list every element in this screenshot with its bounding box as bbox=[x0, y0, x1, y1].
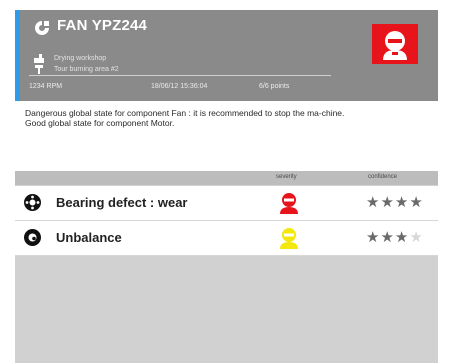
confidence-stars: ★★★★ bbox=[366, 229, 424, 246]
severity-person-icon bbox=[280, 228, 298, 249]
accent-bar bbox=[15, 10, 20, 101]
timestamp: 18/06/12 15:36:04 bbox=[151, 83, 208, 90]
table-header: severity confidence bbox=[15, 171, 438, 185]
confidence-stars: ★★★★ bbox=[366, 194, 424, 211]
header-divider bbox=[29, 75, 331, 76]
points-count: 6/6 points bbox=[259, 83, 290, 90]
table-row[interactable]: Unbalance ★★★★ bbox=[15, 221, 438, 256]
rpm-value: 1234 RPM bbox=[29, 83, 63, 90]
diagnosis-message: Dangerous global state for component Fan… bbox=[15, 101, 438, 171]
severity-column-header: severity bbox=[276, 174, 297, 180]
alarm-person-icon bbox=[383, 31, 407, 60]
pin-icon bbox=[35, 65, 43, 74]
table-row[interactable]: Bearing defect : wear ★★★★ bbox=[15, 186, 438, 221]
confidence-column-header: confidence bbox=[368, 174, 398, 180]
unbalance-icon bbox=[24, 229, 41, 246]
location-text: Drying workshop bbox=[54, 54, 107, 62]
workshop-icon bbox=[34, 54, 44, 63]
severity-person-icon bbox=[280, 193, 298, 214]
sublocation-row: Tour burning area #2 bbox=[34, 63, 119, 75]
sublocation-text: Tour burning area #2 bbox=[54, 65, 119, 73]
component-header: FAN YPZ244 Drying workshop Tour burning … bbox=[15, 10, 438, 101]
message-line-motor: Good global state for component Motor. bbox=[25, 118, 175, 128]
alarm-status-box[interactable] bbox=[372, 24, 418, 64]
fault-name: Bearing defect : wear bbox=[56, 195, 188, 210]
fault-name: Unbalance bbox=[56, 230, 122, 245]
bearing-icon bbox=[24, 194, 41, 211]
component-title: FAN YPZ244 bbox=[57, 17, 148, 34]
message-line-fan: Dangerous global state for component Fan… bbox=[25, 108, 345, 118]
diagnosis-card: FAN YPZ244 Drying workshop Tour burning … bbox=[15, 10, 438, 363]
fan-icon bbox=[35, 21, 49, 35]
